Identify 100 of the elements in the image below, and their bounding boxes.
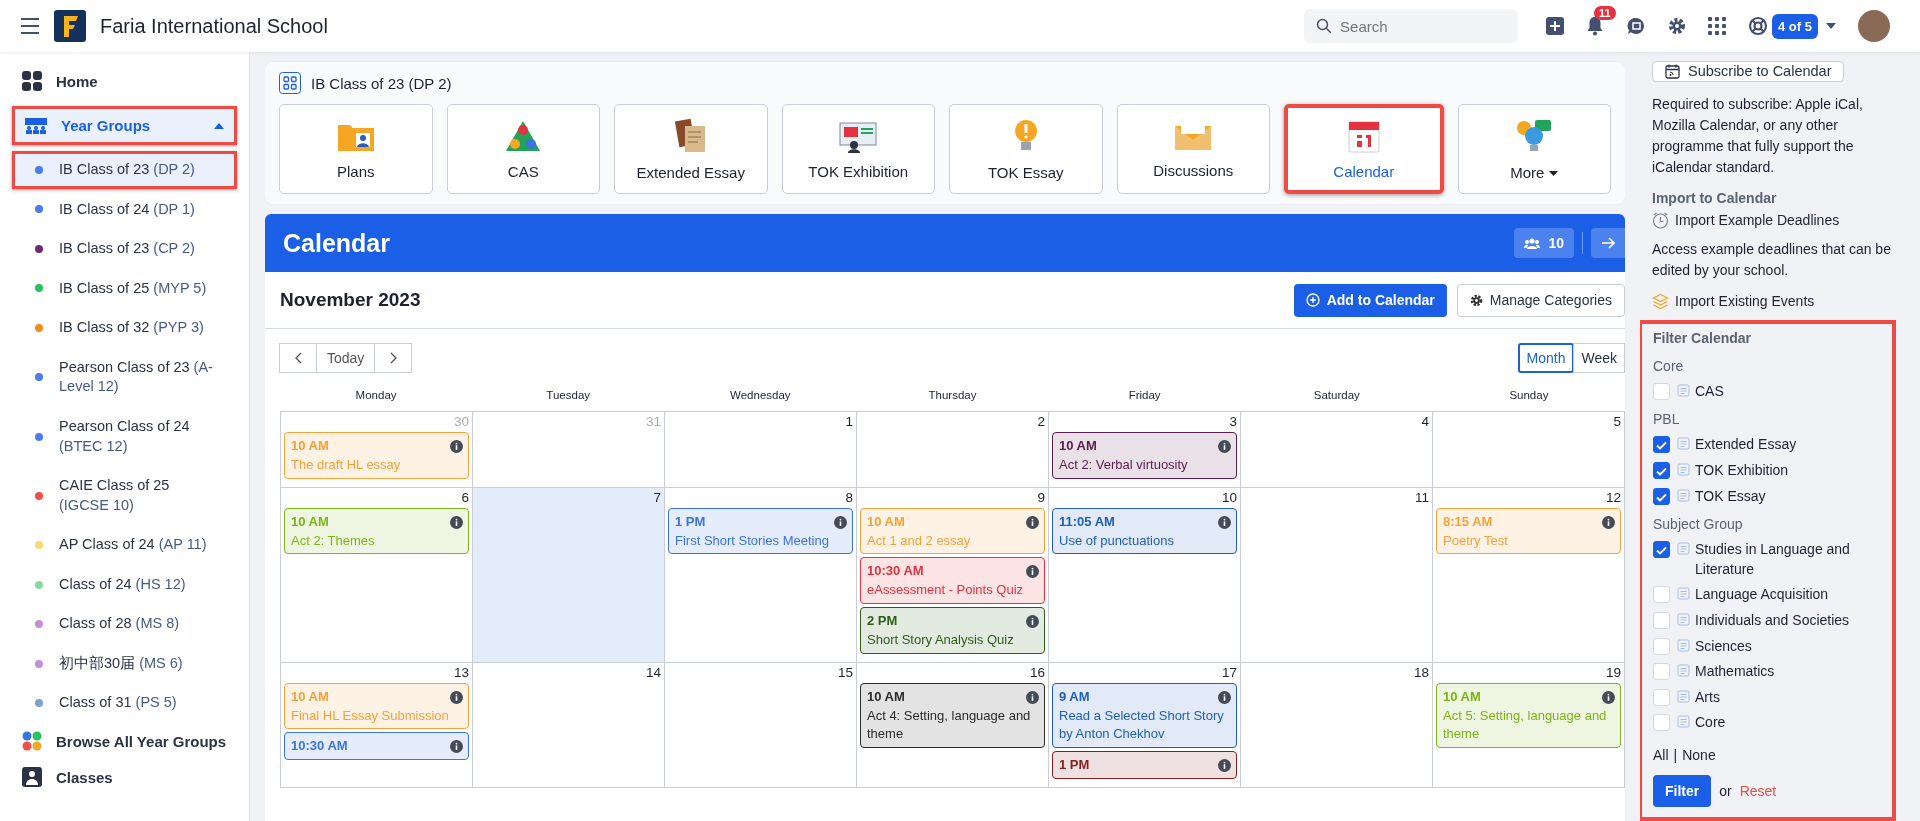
info-icon[interactable]	[1026, 565, 1039, 579]
checkbox[interactable]	[1653, 436, 1670, 454]
year-group-item[interactable]: IB Class of 23 (DP 2)	[12, 151, 237, 189]
year-groups-toggle[interactable]: Year Groups	[12, 106, 237, 145]
filter-option-label[interactable]: Individuals and Societies	[1695, 611, 1850, 631]
filter-option-label[interactable]: Mathematics	[1695, 662, 1775, 682]
manage-categories-button[interactable]: Manage Categories	[1456, 283, 1625, 317]
chevron-right-icon	[389, 352, 397, 364]
checkbox[interactable]	[1653, 462, 1670, 480]
app-tile[interactable]: More	[1457, 104, 1611, 194]
year-group-item[interactable]: Class of 31 (PS 5)	[12, 684, 237, 722]
filter-option-label[interactable]: Sciences	[1695, 636, 1752, 657]
import-example-link[interactable]: Import Example Deadlines	[1652, 211, 1840, 229]
add-to-calendar-button[interactable]: Add to Calendar	[1293, 283, 1447, 317]
bell-icon[interactable]	[1586, 16, 1605, 36]
checkbox[interactable]	[1653, 487, 1670, 505]
filter-option-label[interactable]: Core	[1695, 713, 1726, 733]
app-tile[interactable]: Discussions	[1116, 104, 1270, 194]
menu-icon[interactable]	[20, 17, 40, 35]
info-icon[interactable]	[1026, 690, 1039, 704]
event-card[interactable]: 9 AM Read a Selected Short Story by Anton Chekhov	[1052, 682, 1237, 749]
filter-option-label[interactable]: Language Acquisition	[1695, 585, 1829, 606]
event-time: 8:15 AM	[1443, 512, 1493, 531]
year-group-item[interactable]: Class of 28 (MS 8)	[12, 605, 237, 643]
settings-icon[interactable]	[1668, 17, 1687, 35]
info-icon[interactable]	[450, 690, 463, 704]
view-toggle[interactable]: Month	[1517, 343, 1575, 373]
year-group-item[interactable]: Class of 24 (HS 12)	[12, 565, 237, 604]
info-icon[interactable]	[450, 439, 463, 453]
info-icon[interactable]	[1218, 515, 1231, 529]
browse-link[interactable]: Browse All Year Groups	[0, 724, 249, 758]
year-group-item[interactable]: Pearson Class of 23 (A-Level 12)	[12, 348, 237, 406]
home-link[interactable]: Home	[0, 64, 249, 98]
filter-option-label[interactable]: Extended Essay	[1695, 435, 1797, 456]
search-field[interactable]: Search	[1304, 9, 1519, 43]
event-card[interactable]: 10:30 AM eAssessment - Points Quiz	[860, 557, 1045, 605]
filter-button[interactable]: Filter	[1653, 775, 1712, 807]
info-icon[interactable]	[450, 515, 463, 529]
event-card[interactable]: 10:30 AM	[284, 732, 469, 761]
info-icon[interactable]	[1218, 690, 1231, 704]
event-card[interactable]: 1 PM	[1052, 751, 1237, 780]
year-group-item[interactable]: 初中部30届 (MS 6)	[12, 644, 237, 683]
view-toggle[interactable]: Week	[1573, 343, 1625, 373]
select-all-link[interactable]: All	[1653, 747, 1669, 763]
day-number: 9	[1037, 489, 1045, 505]
event-card[interactable]: 10 AM Act 2: Verbal virtuosity	[1052, 432, 1237, 479]
app-tile[interactable]: TOK Exhibition	[781, 104, 935, 194]
year-group-item[interactable]: IB Class of 32 (PYP 3)	[12, 309, 237, 347]
classes-link[interactable]: Classes	[0, 760, 249, 794]
apps-grid-icon[interactable]	[1708, 17, 1727, 35]
app-tile[interactable]: Plans	[279, 104, 433, 194]
year-group-item[interactable]: IB Class of 25 (MYP 5)	[12, 269, 237, 308]
filter-option-label[interactable]: TOK Exhibition	[1695, 461, 1789, 481]
add-icon[interactable]	[1546, 17, 1565, 35]
info-icon[interactable]	[1026, 615, 1039, 628]
grid-icon	[279, 72, 301, 94]
app-tile[interactable]: TOK Essay	[949, 104, 1103, 194]
arrow-right-button[interactable]	[1591, 228, 1625, 258]
event-card[interactable]: 11:05 AM Use of punctuations	[1052, 507, 1237, 555]
import-existing-link[interactable]: Import Existing Events	[1652, 292, 1815, 310]
school-name[interactable]: Faria International School	[100, 14, 328, 38]
info-icon[interactable]	[1602, 515, 1615, 529]
year-group-item[interactable]: Pearson Class of 24 (BTEC 12)	[12, 407, 237, 466]
lifebuoy-icon[interactable]	[1748, 16, 1769, 36]
filter-option-label[interactable]: Arts	[1695, 687, 1720, 708]
app-tile[interactable]: Extended Essay	[614, 104, 768, 194]
filter-option-label[interactable]: TOK Essay	[1695, 486, 1766, 507]
year-group-item[interactable]: AP Class of 24 (AP 11)	[12, 526, 237, 564]
event-card[interactable]: 1 PM First Short Stories Meeting	[668, 507, 853, 555]
info-icon[interactable]	[1218, 439, 1231, 453]
info-icon[interactable]	[1026, 515, 1039, 529]
subscribe-button[interactable]: Subscribe to Calendar	[1652, 61, 1845, 82]
calendar-icon	[1347, 118, 1380, 153]
year-group-item[interactable]: IB Class of 24 (DP 1)	[12, 190, 237, 229]
person-icon	[22, 767, 42, 787]
event-time: 10 AM	[1443, 687, 1481, 706]
import-note: Access example deadlines that can be edited by your school.	[1652, 239, 1892, 280]
filter-option-label[interactable]: Studies in Language and Literature	[1695, 540, 1882, 580]
filter-option-label[interactable]: CAS	[1695, 381, 1724, 402]
app-tile[interactable]: Calendar	[1284, 104, 1444, 194]
event-card[interactable]: 10 AM Act 4: Setting, language and theme	[860, 682, 1045, 749]
year-group-item[interactable]: IB Class of 23 (CP 2)	[12, 230, 237, 268]
checkmark-icon	[1656, 441, 1667, 451]
info-icon[interactable]	[450, 740, 463, 754]
checkbox[interactable]	[1653, 541, 1670, 559]
select-none-link[interactable]: None	[1682, 747, 1716, 763]
event-card[interactable]: 2 PM Short Story Analysis Quiz	[860, 607, 1045, 654]
today-button[interactable]: Today	[316, 343, 376, 373]
info-icon[interactable]	[1602, 690, 1615, 704]
members-button[interactable]: 10	[1514, 228, 1574, 258]
account-switch-button[interactable]: 4 of 5	[1772, 13, 1818, 39]
year-group-item[interactable]: CAIE Class of 25 (IGCSE 10)	[12, 467, 237, 525]
logo-icon[interactable]	[54, 10, 86, 42]
avatar[interactable]	[1858, 10, 1890, 42]
category-icon	[1677, 689, 1690, 703]
chat-icon[interactable]	[1626, 16, 1647, 36]
info-icon[interactable]	[1218, 759, 1231, 773]
info-icon[interactable]	[834, 515, 847, 529]
app-tile[interactable]: CAS	[446, 104, 600, 194]
caret-icon[interactable]	[1826, 23, 1836, 29]
